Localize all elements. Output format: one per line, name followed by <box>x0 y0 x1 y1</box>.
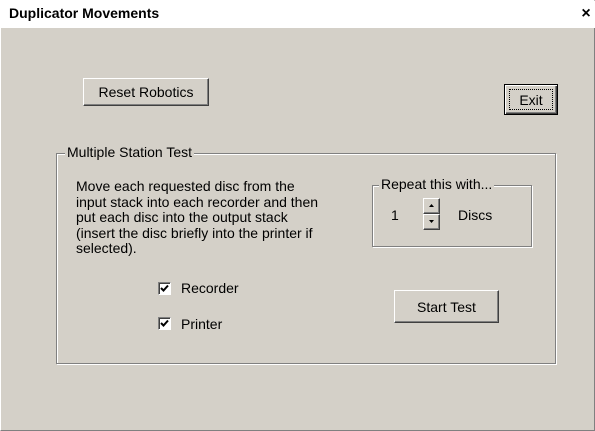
start-test-button[interactable]: Start Test <box>394 290 499 323</box>
spin-up-button[interactable] <box>423 198 440 214</box>
close-icon[interactable]: × <box>578 5 594 23</box>
repeat-count-spinner <box>423 198 440 230</box>
checkmark-icon <box>160 319 169 327</box>
exit-label: Exit <box>519 92 543 108</box>
repeat-count-value[interactable]: 1 <box>391 207 399 223</box>
title-bar[interactable]: Duplicator Movements × <box>1 1 595 28</box>
window-title: Duplicator Movements <box>9 5 160 21</box>
recorder-label[interactable]: Recorder <box>181 280 239 296</box>
duplicator-movements-dialog: Duplicator Movements × Reset Robotics Ex… <box>0 0 595 431</box>
checkmark-icon <box>160 284 169 292</box>
start-test-label: Start Test <box>417 299 476 315</box>
printer-label[interactable]: Printer <box>181 316 222 332</box>
up-arrow-icon <box>429 204 434 207</box>
recorder-checkbox[interactable] <box>158 282 171 295</box>
multiple-station-test-label: Multiple Station Test <box>65 144 195 160</box>
printer-checkbox[interactable] <box>158 317 171 330</box>
reset-robotics-label: Reset Robotics <box>98 84 194 100</box>
repeat-unit-label: Discs <box>458 207 493 223</box>
repeat-label: Repeat this with... <box>379 176 495 192</box>
exit-button[interactable]: Exit <box>504 84 558 115</box>
reset-robotics-button[interactable]: Reset Robotics <box>83 78 209 106</box>
spin-down-button[interactable] <box>423 214 440 230</box>
down-arrow-icon <box>429 220 434 223</box>
station-test-description: Move each requested disc from the input … <box>76 178 319 256</box>
